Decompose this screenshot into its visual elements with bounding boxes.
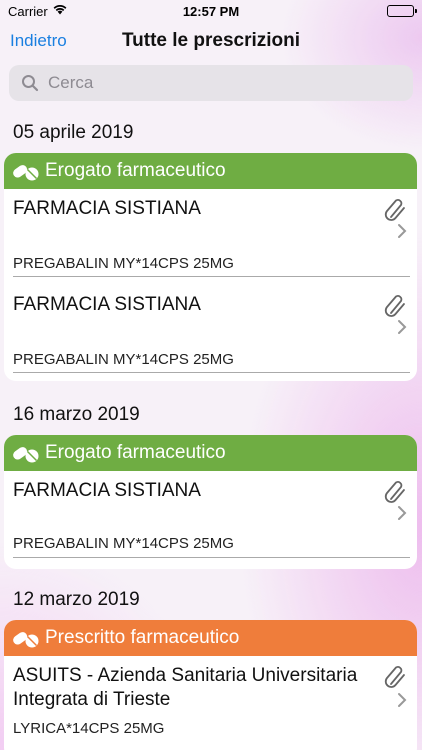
item-drug: LYRICA*14CPS 25MG — [13, 720, 165, 737]
item-drug: PREGABALIN MY*14CPS 25MG — [13, 351, 234, 368]
search-placeholder: Cerca — [48, 73, 94, 92]
chevron-right-icon — [397, 319, 407, 340]
status-time: 12:57 PM — [182, 4, 240, 19]
card-category: Prescritto farmaceutico — [45, 627, 240, 648]
section-date: 12 marzo 2019 — [13, 589, 140, 610]
card-category: Erogato farmaceutico — [45, 442, 226, 463]
list-item[interactable]: FARMACIA SISTIANA PREGABALIN MY*14CPS 25… — [4, 285, 417, 381]
pills-icon — [13, 632, 39, 648]
card-header: Erogato farmaceutico — [4, 435, 417, 471]
item-place: FARMACIA SISTIANA — [13, 294, 201, 315]
card-header: Erogato farmaceutico — [4, 153, 417, 189]
item-place: FARMACIA SISTIANA — [13, 480, 201, 501]
card-header: Prescritto farmaceutico — [4, 620, 417, 656]
status-bar: Carrier 12:57 PM — [0, 0, 422, 22]
battery-icon — [387, 5, 417, 17]
item-place: ASUITS - Azienda Sanitaria Universitaria… — [13, 665, 358, 710]
prescription-card: Erogato farmaceutico FARMACIA SISTIANA P… — [4, 153, 417, 381]
pills-icon — [13, 447, 39, 463]
item-place: FARMACIA SISTIANA — [13, 198, 201, 219]
section-date: 16 marzo 2019 — [13, 404, 140, 425]
list-item[interactable]: FARMACIA SISTIANA PREGABALIN MY*14CPS 25… — [4, 189, 417, 285]
card-category: Erogato farmaceutico — [45, 160, 226, 181]
list-item[interactable]: ASUITS - Azienda Sanitaria Universitaria… — [4, 656, 417, 750]
row-divider — [13, 557, 410, 558]
prescription-card: Erogato farmaceutico FARMACIA SISTIANA P… — [4, 435, 417, 569]
chevron-right-icon — [397, 692, 407, 713]
search-icon — [22, 75, 39, 92]
chevron-right-icon — [397, 223, 407, 244]
pills-icon — [13, 165, 39, 181]
prescription-card: Prescritto farmaceutico ASUITS - Azienda… — [4, 620, 417, 750]
item-drug: PREGABALIN MY*14CPS 25MG — [13, 255, 234, 272]
list-item[interactable]: FARMACIA SISTIANA PREGABALIN MY*14CPS 25… — [4, 471, 417, 567]
row-divider — [13, 276, 410, 277]
search-input[interactable]: Cerca — [9, 65, 413, 101]
navigation-bar: Indietro Tutte le prescrizioni — [0, 24, 422, 60]
row-divider — [13, 372, 410, 373]
paperclip-icon — [384, 664, 408, 695]
item-drug: PREGABALIN MY*14CPS 25MG — [13, 535, 234, 552]
section-date: 05 aprile 2019 — [13, 122, 134, 143]
page-title: Tutte le prescrizioni — [121, 30, 301, 51]
chevron-right-icon — [397, 505, 407, 526]
